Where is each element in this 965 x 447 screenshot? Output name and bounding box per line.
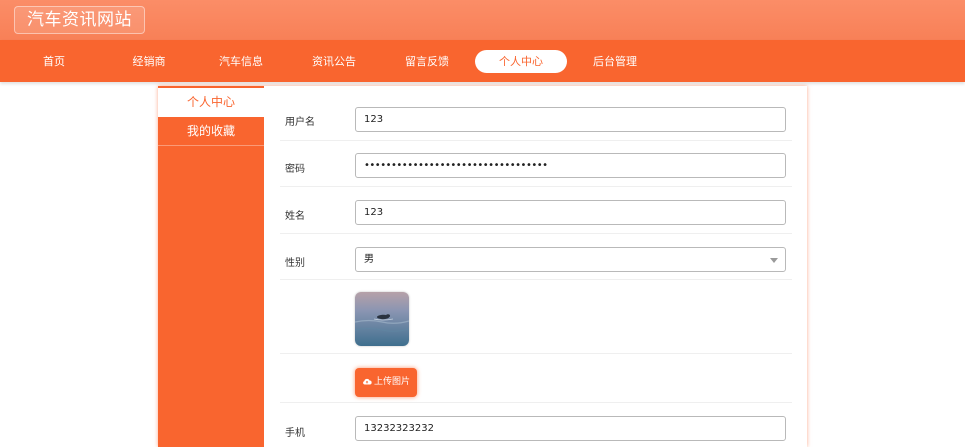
gender-select[interactable]: 男 <box>355 247 786 272</box>
phone-label: 手机 <box>285 428 305 439</box>
name-label: 姓名 <box>285 211 305 222</box>
username-input[interactable]: 123 <box>355 107 786 132</box>
nav-item-personal-center[interactable]: 个人中心 <box>475 50 567 73</box>
form-row-phone: 手机 13232323232 <box>280 403 792 447</box>
profile-form: 用户名 123 密码 •••••••••••••••••••••••••••••… <box>280 86 792 447</box>
form-row-username: 用户名 123 <box>280 96 792 141</box>
gender-label: 性别 <box>285 258 305 269</box>
form-row-name: 姓名 123 <box>280 187 792 234</box>
form-row-password: 密码 •••••••••••••••••••••••••••••••••• <box>280 141 792 187</box>
top-header: 汽车资讯网站 <box>0 0 965 40</box>
nav-item-car-info[interactable]: 汽车信息 <box>200 50 282 73</box>
form-row-upload: 上传图片 <box>280 354 792 403</box>
nav-item-feedback[interactable]: 留言反馈 <box>385 50 469 73</box>
name-input[interactable]: 123 <box>355 200 786 225</box>
upload-image-label: 上传图片 <box>373 377 410 387</box>
avatar-image <box>355 292 409 346</box>
chevron-down-icon <box>770 258 778 263</box>
sidebar-item-personal-center[interactable]: 个人中心 <box>158 88 264 117</box>
nav-item-news[interactable]: 资讯公告 <box>292 50 376 73</box>
site-title[interactable]: 汽车资讯网站 <box>14 6 145 34</box>
main-nav: 首页 经销商 汽车信息 资讯公告 留言反馈 个人中心 后台管理 <box>0 40 965 82</box>
password-input[interactable]: •••••••••••••••••••••••••••••••••• <box>355 153 786 178</box>
nav-item-dealers[interactable]: 经销商 <box>110 50 188 73</box>
nav-item-home[interactable]: 首页 <box>16 50 92 73</box>
phone-input[interactable]: 13232323232 <box>355 416 786 441</box>
upload-image-button[interactable]: 上传图片 <box>355 368 417 397</box>
sidebar: 个人中心 我的收藏 <box>158 86 264 447</box>
form-row-gender: 性别 男 <box>280 234 792 280</box>
personal-center-panel: 个人中心 我的收藏 用户名 123 密码 •••••••••••••••••••… <box>158 86 807 447</box>
sidebar-item-favorites[interactable]: 我的收藏 <box>158 117 264 146</box>
password-label: 密码 <box>285 164 305 175</box>
nav-item-admin[interactable]: 后台管理 <box>574 50 656 73</box>
username-label: 用户名 <box>285 117 315 128</box>
gender-selected-value: 男 <box>364 254 374 265</box>
cloud-upload-icon <box>363 378 372 385</box>
form-row-avatar <box>280 280 792 354</box>
